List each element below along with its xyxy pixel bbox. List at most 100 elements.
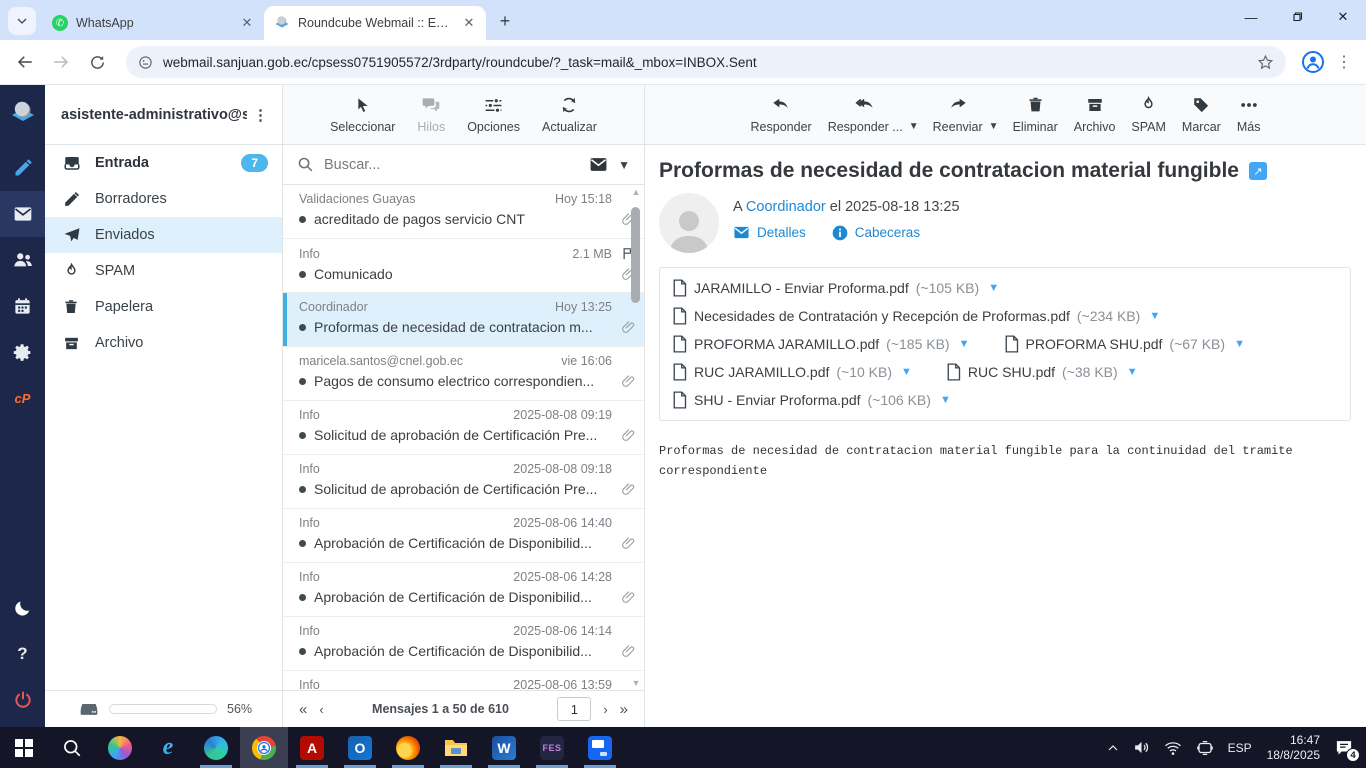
volume-icon[interactable] bbox=[1126, 727, 1157, 768]
flag-blue-app-icon[interactable] bbox=[576, 727, 624, 768]
wifi-icon[interactable] bbox=[1157, 727, 1189, 768]
browser-menu-icon[interactable]: ⋮ bbox=[1332, 52, 1356, 72]
attachment-menu-icon[interactable]: ▼ bbox=[940, 394, 951, 406]
last-page-icon[interactable]: » bbox=[620, 701, 628, 718]
attachment-link[interactable]: Necesidades de Contratación y Recepción … bbox=[672, 302, 1160, 330]
tab-search-button[interactable] bbox=[8, 7, 36, 35]
message-row-selected[interactable]: Coordinador Hoy 13:25 Proformas de necesi… bbox=[283, 293, 644, 347]
folder-archivo[interactable]: Archivo bbox=[45, 325, 282, 361]
headers-toggle[interactable]: Cabeceras bbox=[832, 224, 920, 241]
attachment-menu-icon[interactable]: ▼ bbox=[1149, 310, 1160, 322]
search-options-chevron-icon[interactable]: ▼ bbox=[618, 158, 630, 172]
attachment-menu-icon[interactable]: ▼ bbox=[1127, 366, 1138, 378]
minimize-button[interactable]: — bbox=[1228, 0, 1274, 34]
spam-button[interactable]: SPAM bbox=[1123, 94, 1174, 134]
attachment-link[interactable]: SHU - Enviar Proforma.pdf (~106 KB) ▼ bbox=[672, 386, 951, 414]
help-button[interactable]: ? bbox=[0, 631, 45, 677]
taskbar-clock[interactable]: 16:47 18/8/2025 bbox=[1259, 733, 1328, 763]
attachment-link[interactable]: PROFORMA SHU.pdf (~67 KB) ▼ bbox=[1004, 330, 1245, 358]
message-row[interactable]: Info 2025-08-06 14:28 Aprobación de Certi… bbox=[283, 563, 644, 617]
start-button[interactable] bbox=[0, 727, 48, 768]
reply-button[interactable]: Responder bbox=[743, 94, 820, 134]
first-page-icon[interactable]: « bbox=[299, 701, 307, 718]
attachment-menu-icon[interactable]: ▼ bbox=[1234, 338, 1245, 350]
message-row[interactable]: Info 2025-08-08 09:18 Solicitud de aproba… bbox=[283, 455, 644, 509]
archive-button[interactable]: Archivo bbox=[1066, 94, 1124, 134]
contacts-nav-button[interactable] bbox=[0, 237, 45, 283]
open-in-new-window-icon[interactable]: ↗ bbox=[1248, 162, 1267, 180]
more-button[interactable]: Más bbox=[1229, 94, 1269, 134]
scroll-up-icon[interactable]: ▲ bbox=[629, 185, 643, 199]
browser-profile-icon[interactable] bbox=[1298, 47, 1328, 77]
url-text[interactable]: webmail.sanjuan.gob.ec/cpsess0751905572/… bbox=[163, 55, 1257, 70]
back-button[interactable] bbox=[10, 47, 40, 77]
message-row[interactable]: Validaciones Guayas Hoy 15:18 acreditado … bbox=[283, 185, 644, 239]
logout-button[interactable] bbox=[0, 677, 45, 723]
attachment-link[interactable]: JARAMILLO - Enviar Proforma.pdf (~105 KB… bbox=[672, 274, 999, 302]
fes-app-icon[interactable]: FES bbox=[528, 727, 576, 768]
next-page-icon[interactable]: › bbox=[603, 702, 607, 717]
outlook-icon[interactable]: O bbox=[336, 727, 384, 768]
threads-button[interactable]: Hilos bbox=[409, 94, 453, 134]
settings-nav-button[interactable] bbox=[0, 329, 45, 375]
message-row[interactable]: Info 2025-08-06 14:40 Aprobación de Certi… bbox=[283, 509, 644, 563]
attachment-link[interactable]: RUC SHU.pdf (~38 KB) ▼ bbox=[946, 358, 1138, 386]
bookmark-star-icon[interactable] bbox=[1257, 54, 1274, 71]
restore-button[interactable] bbox=[1274, 0, 1320, 34]
address-bar[interactable]: webmail.sanjuan.gob.ec/cpsess0751905572/… bbox=[126, 46, 1286, 78]
scrollbar-thumb[interactable] bbox=[631, 207, 640, 303]
search-input[interactable] bbox=[324, 156, 580, 173]
message-row[interactable]: maricela.santos@cnel.gob.ec vie 16:06 Pag… bbox=[283, 347, 644, 401]
recipient-link[interactable]: Coordinador bbox=[746, 199, 826, 215]
message-row[interactable]: Info 2025-08-08 09:19 Solicitud de aproba… bbox=[283, 401, 644, 455]
select-button[interactable]: Seleccionar bbox=[322, 94, 403, 134]
reply-all-dropdown-icon[interactable]: ▼ bbox=[909, 121, 919, 132]
prev-page-icon[interactable]: ‹ bbox=[319, 702, 323, 717]
message-row[interactable]: Info 2025-08-06 13:59 bbox=[283, 671, 644, 690]
attachment-menu-icon[interactable]: ▼ bbox=[901, 366, 912, 378]
delete-button[interactable]: Eliminar bbox=[1005, 94, 1066, 134]
message-row[interactable]: Info 2.1 MB Comunicado bbox=[283, 239, 644, 293]
page-number-input[interactable] bbox=[557, 697, 592, 721]
meet-now-icon[interactable] bbox=[1189, 727, 1221, 768]
details-toggle[interactable]: Detalles bbox=[733, 224, 806, 241]
compose-button[interactable] bbox=[0, 145, 45, 191]
forward-dropdown-icon[interactable]: ▼ bbox=[989, 121, 999, 132]
options-button[interactable]: Opciones bbox=[459, 94, 528, 134]
folder-enviados[interactable]: Enviados bbox=[45, 217, 282, 253]
firefox-icon[interactable] bbox=[384, 727, 432, 768]
tab-close-icon[interactable]: ✕ bbox=[238, 14, 256, 32]
list-scrollbar[interactable]: ▲ ▼ bbox=[629, 185, 643, 690]
tab-close-icon[interactable]: ✕ bbox=[460, 14, 478, 32]
forward-button[interactable]: Reenviar bbox=[925, 94, 991, 134]
message-row[interactable]: Info 2025-08-06 14:14 Aprobación de Certi… bbox=[283, 617, 644, 671]
file-explorer-icon[interactable] bbox=[432, 727, 480, 768]
close-button[interactable]: ✕ bbox=[1320, 0, 1366, 34]
tray-chevron-icon[interactable] bbox=[1100, 727, 1126, 768]
attachment-menu-icon[interactable]: ▼ bbox=[959, 338, 970, 350]
dark-mode-button[interactable] bbox=[0, 585, 45, 631]
word-icon[interactable]: W bbox=[480, 727, 528, 768]
account-menu-icon[interactable]: ⋮ bbox=[247, 106, 274, 124]
attachment-link[interactable]: RUC JARAMILLO.pdf (~10 KB) ▼ bbox=[672, 358, 912, 386]
edge-icon[interactable] bbox=[192, 727, 240, 768]
site-info-icon[interactable] bbox=[138, 55, 153, 70]
attachment-link[interactable]: PROFORMA JARAMILLO.pdf (~185 KB) ▼ bbox=[672, 330, 970, 358]
tab-whatsapp[interactable]: ✆ WhatsApp ✕ bbox=[42, 6, 264, 40]
refresh-button[interactable]: Actualizar bbox=[534, 94, 605, 134]
mark-button[interactable]: Marcar bbox=[1174, 94, 1229, 134]
attachment-menu-icon[interactable]: ▼ bbox=[988, 282, 999, 294]
calendar-nav-button[interactable] bbox=[0, 283, 45, 329]
scroll-down-icon[interactable]: ▼ bbox=[629, 676, 643, 690]
new-tab-button[interactable]: + bbox=[492, 8, 518, 34]
chrome-icon[interactable] bbox=[240, 727, 288, 768]
folder-spam[interactable]: SPAM bbox=[45, 253, 282, 289]
reload-button[interactable] bbox=[82, 47, 112, 77]
folder-entrada[interactable]: Entrada 7 bbox=[45, 145, 282, 181]
reply-all-button[interactable]: Responder ... bbox=[820, 94, 911, 134]
mail-nav-button[interactable] bbox=[0, 191, 45, 237]
acrobat-icon[interactable]: A bbox=[288, 727, 336, 768]
cpanel-icon[interactable]: cP bbox=[0, 375, 45, 421]
copilot-icon[interactable] bbox=[96, 727, 144, 768]
notification-center-button[interactable]: 4 bbox=[1328, 727, 1366, 768]
